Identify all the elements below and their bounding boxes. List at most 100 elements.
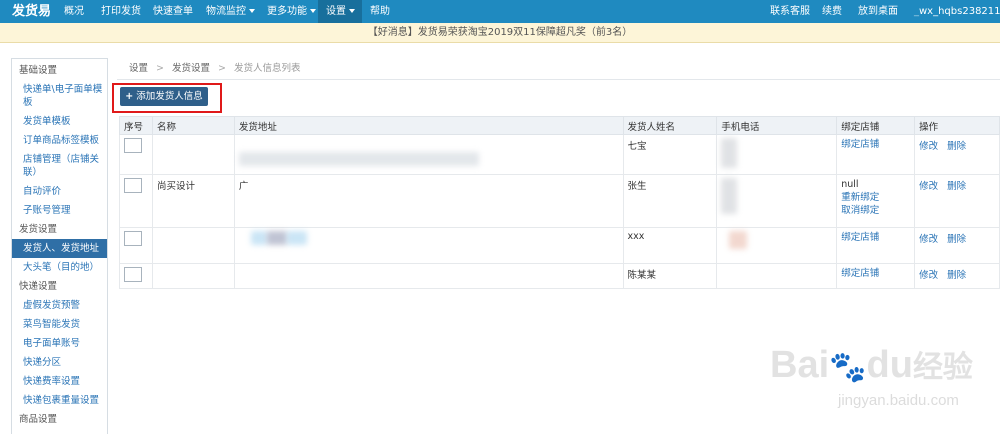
sidebar-item-package-weight[interactable]: 快递包裹重量设置 <box>12 391 107 410</box>
sidebar-item-shop-management[interactable]: 店铺管理（店铺关联） <box>12 150 107 182</box>
sidebar-item-destination-marker[interactable]: 大头笔（目的地） <box>12 258 107 277</box>
nav-settings[interactable]: 设置 <box>318 0 362 23</box>
sidebar-item-sender-address[interactable]: 发货人、发货地址 <box>12 239 107 258</box>
row-index-cell <box>119 263 153 289</box>
col-header-index: 序号 <box>119 116 153 135</box>
sidebar-item-eorder-account[interactable]: 电子面单账号 <box>12 334 107 353</box>
breadcrumb-shipping-settings[interactable]: 发货设置 <box>172 63 210 74</box>
breadcrumb-separator: > <box>156 63 164 74</box>
delete-link[interactable]: 删除 <box>947 141 966 152</box>
table-header-row: 序号 名称 发货地址 发货人姓名 手机电话 绑定店铺 操作 <box>119 116 1000 135</box>
row-actions: 修改 删除 <box>914 174 1000 228</box>
row-bind-cell: 绑定店铺 <box>836 227 916 264</box>
row-bind-cell: 绑定店铺 <box>836 134 916 175</box>
nav-quick-lookup[interactable]: 快速查单 <box>153 0 193 23</box>
bind-shop-status: null <box>841 179 859 190</box>
top-nav-bar: 发货易 概况 打印发货 快速查单 物流监控 更多功能 设置 帮助 联系客服 续费… <box>0 0 1000 23</box>
user-name: wx_hqbs238211 <box>919 6 1000 17</box>
row-sender: 张生 <box>622 174 718 228</box>
sidebar-item-cainiao-smart[interactable]: 菜鸟智能发货 <box>12 315 107 334</box>
nav-logistics-monitor[interactable]: 物流监控 <box>206 0 255 23</box>
row-index-cell <box>119 134 153 175</box>
sidebar-section-express: 快递设置 <box>19 281 58 292</box>
table-row: 陈某某 绑定店铺 修改 删除 <box>119 263 1000 289</box>
row-name <box>151 263 235 289</box>
edit-link[interactable]: 修改 <box>919 270 938 281</box>
row-phone <box>716 263 838 289</box>
breadcrumb-current: 发货人信息列表 <box>233 63 301 74</box>
sidebar-item-invoice-template[interactable]: 发货单模板 <box>12 112 107 131</box>
row-sender: xxx <box>622 227 718 264</box>
edit-link[interactable]: 修改 <box>919 141 938 152</box>
row-address <box>233 263 624 289</box>
row-sender: 七宝 <box>622 134 718 175</box>
row-phone <box>716 134 838 175</box>
row-bind-cell: 绑定店铺 <box>836 263 916 289</box>
delete-link[interactable]: 删除 <box>947 181 966 192</box>
row-checkbox[interactable] <box>124 231 142 246</box>
sidebar-section-shipping: 发货设置 <box>19 224 58 235</box>
chevron-down-icon <box>310 9 316 13</box>
row-name <box>151 134 235 175</box>
col-header-name: 名称 <box>151 116 235 135</box>
row-actions: 修改 删除 <box>914 227 1000 264</box>
row-checkbox[interactable] <box>124 267 142 282</box>
edit-link[interactable]: 修改 <box>919 181 938 192</box>
plus-icon: + <box>125 91 134 102</box>
sidebar: 基础设置 快递单\电子面单模板 发货单模板 订单商品标签模板 店铺管理（店铺关联… <box>11 58 108 434</box>
breadcrumb-settings[interactable]: 设置 <box>129 63 148 74</box>
row-address-text: 广 <box>238 181 249 192</box>
col-header-bind-shop: 绑定店铺 <box>836 116 916 135</box>
row-checkbox[interactable] <box>124 138 142 153</box>
delete-link[interactable]: 删除 <box>947 234 966 245</box>
rebind-link[interactable]: 重新绑定 <box>841 191 910 204</box>
nav-logistics-label: 物流监控 <box>206 6 246 17</box>
bind-shop-link[interactable]: 绑定店铺 <box>841 267 910 280</box>
col-header-phone: 手机电话 <box>716 116 838 135</box>
row-actions: 修改 删除 <box>914 263 1000 289</box>
bind-shop-link[interactable]: 绑定店铺 <box>841 138 910 151</box>
sidebar-item-auto-review[interactable]: 自动评价 <box>12 182 107 201</box>
row-checkbox[interactable] <box>124 178 142 193</box>
sidebar-item-express-zones[interactable]: 快递分区 <box>12 353 107 372</box>
sender-table: 序号 名称 发货地址 发货人姓名 手机电话 绑定店铺 操作 七宝 绑定店铺 修改… <box>119 116 1000 289</box>
redacted-address <box>238 152 479 166</box>
nav-user-account[interactable]: _wx_hqbs238211 <box>914 0 1000 23</box>
sidebar-item-sub-accounts[interactable]: 子账号管理 <box>12 201 107 220</box>
sidebar-item-express-rates[interactable]: 快递费率设置 <box>12 372 107 391</box>
unbind-link[interactable]: 取消绑定 <box>841 204 910 217</box>
nav-contact-service[interactable]: 联系客服 <box>770 0 810 23</box>
nav-add-to-desktop[interactable]: 放到桌面 <box>858 0 898 23</box>
add-sender-button[interactable]: + 添加发货人信息 <box>120 87 208 106</box>
row-sender: 陈某某 <box>622 263 718 289</box>
redacted-address <box>250 231 267 245</box>
redacted-address <box>286 231 307 245</box>
row-index-cell <box>119 227 153 264</box>
nav-print-ship[interactable]: 打印发货 <box>101 0 141 23</box>
col-header-sender: 发货人姓名 <box>622 116 718 135</box>
row-name <box>151 227 235 264</box>
row-address <box>233 134 624 175</box>
sidebar-item-fake-shipping-alert[interactable]: 虚假发货预警 <box>12 296 107 315</box>
row-address <box>233 227 624 264</box>
row-bind-cell: null 重新绑定 取消绑定 <box>836 174 916 228</box>
row-address: 广 <box>233 174 624 228</box>
notice-bar[interactable]: 【好消息】发货易荣获淘宝2019双11保障超凡奖（前3名） <box>0 23 1000 43</box>
delete-link[interactable]: 删除 <box>947 270 966 281</box>
nav-more-label: 更多功能 <box>267 6 307 17</box>
bind-shop-link[interactable]: 绑定店铺 <box>841 231 910 244</box>
main-content: 设置 > 发货设置 > 发货人信息列表 + 添加发货人信息 序号 名称 发货地址 发货人姓… <box>112 58 1000 434</box>
nav-help[interactable]: 帮助 <box>370 0 390 23</box>
chevron-down-icon <box>249 9 255 13</box>
sidebar-item-waybill-template[interactable]: 快递单\电子面单模板 <box>12 80 107 112</box>
nav-renew[interactable]: 续费 <box>822 0 842 23</box>
breadcrumb: 设置 > 发货设置 > 发货人信息列表 <box>117 58 1000 80</box>
app-logo[interactable]: 发货易 <box>12 0 51 23</box>
sidebar-item-label-template[interactable]: 订单商品标签模板 <box>12 131 107 150</box>
col-header-actions: 操作 <box>914 116 1000 135</box>
table-row: xxx 绑定店铺 修改 删除 <box>119 227 1000 264</box>
nav-more-features[interactable]: 更多功能 <box>267 0 316 23</box>
nav-overview[interactable]: 概况 <box>64 0 84 23</box>
row-phone <box>716 174 838 228</box>
edit-link[interactable]: 修改 <box>919 234 938 245</box>
